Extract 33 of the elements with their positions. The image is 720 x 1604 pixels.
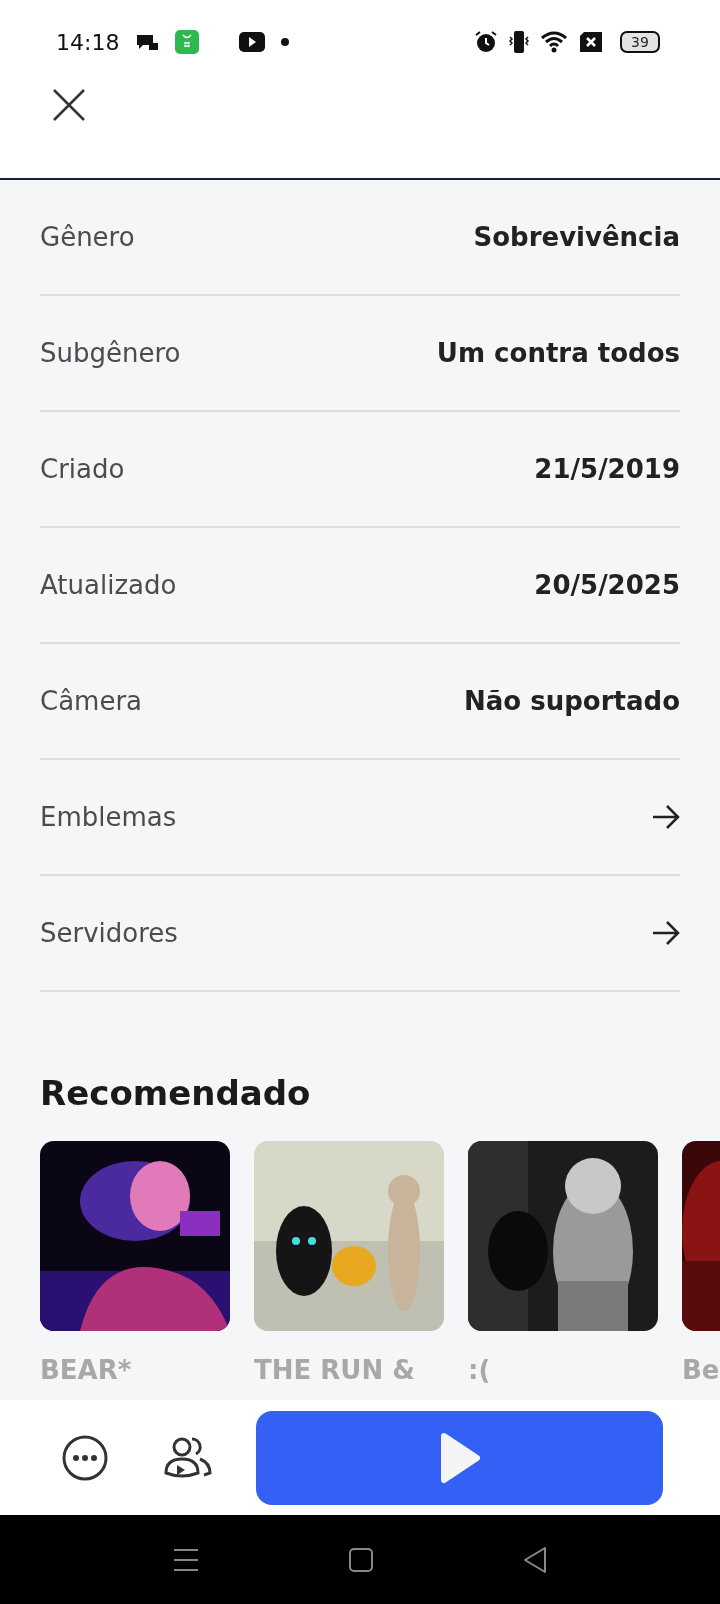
dot-icon: [281, 38, 290, 46]
detail-label: Câmera: [40, 684, 143, 718]
home-button[interactable]: [349, 1547, 373, 1572]
detail-value: Não suportado: [464, 684, 680, 718]
detail-label: Gênero: [40, 220, 135, 254]
status-time: 14:18: [56, 28, 120, 57]
back-button[interactable]: [523, 1546, 547, 1573]
close-button[interactable]: [52, 88, 86, 122]
alarm-icon: [474, 30, 498, 54]
game-title[interactable]: THE RUN &: [254, 1351, 444, 1390]
game-title[interactable]: BEAR*: [40, 1351, 230, 1390]
vibrate-icon: [506, 29, 532, 55]
game-title[interactable]: :(: [468, 1351, 658, 1390]
game-title[interactable]: Be: [682, 1351, 720, 1390]
detail-value: Sobrevivência: [473, 220, 680, 254]
detail-label: Subgênero: [40, 336, 181, 370]
detail-label: Servidores: [40, 916, 178, 950]
detail-label: Emblemas: [40, 800, 177, 834]
app-store-icon: [175, 30, 200, 54]
battery-indicator: 39: [620, 31, 660, 53]
section-title: Recomendado: [40, 1072, 312, 1115]
detail-value: Um contra todos: [436, 336, 680, 370]
play-button[interactable]: [256, 1410, 663, 1505]
arrow-right-icon[interactable]: [652, 920, 680, 946]
video-play-icon: [239, 32, 266, 52]
detail-value: 20/5/2025: [534, 568, 680, 602]
menu-icon[interactable]: [173, 1547, 199, 1572]
detail-label: Criado: [40, 452, 125, 486]
detail-value: 21/5/2019: [534, 452, 680, 486]
detail-label: Atualizado: [40, 568, 177, 602]
play-icon: [438, 1431, 481, 1484]
arrow-right-icon[interactable]: [652, 804, 680, 830]
no-sim-icon: [578, 31, 604, 53]
